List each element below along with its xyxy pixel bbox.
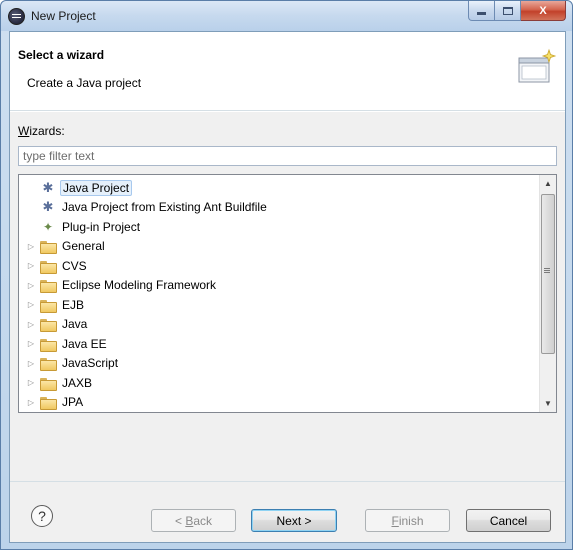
wizards-label: Wizards: <box>18 124 65 138</box>
maximize-icon <box>502 6 513 15</box>
wizard-tree-item-label: JPA <box>62 395 84 410</box>
title-bar[interactable]: New Project X <box>1 1 572 31</box>
wizard-tree-item[interactable]: ▷ JAXB <box>19 373 539 393</box>
wizard-tree-item-label: Java EE <box>62 336 107 351</box>
scroll-up-icon[interactable]: ▲ <box>540 175 556 192</box>
scroll-down-icon[interactable]: ▼ <box>540 395 556 412</box>
window-title: New Project <box>31 9 96 23</box>
tree-vertical-scrollbar[interactable]: ▲ ▼ <box>539 175 556 412</box>
scroll-grip-icon <box>544 268 550 273</box>
back-button-accelerator: B <box>185 513 194 528</box>
wizard-tree-item-label: General <box>62 239 105 254</box>
wizard-tree-item-label: Java Project <box>60 179 133 196</box>
folder-icon <box>40 317 57 333</box>
help-button[interactable]: ? <box>31 505 53 527</box>
wizard-tree-list: ✱ Java Project ✱ Java Project from Existing… <box>19 178 539 412</box>
folder-icon <box>40 298 57 313</box>
wizard-tree-item[interactable]: ▷ Java EE <box>19 334 539 354</box>
dialog-client-area: Select a wizard Create a Java project Wi… <box>9 31 566 543</box>
cancel-button[interactable]: Cancel <box>466 509 551 532</box>
folder-icon <box>40 337 57 352</box>
back-button[interactable]: < Back <box>151 509 236 532</box>
maximize-button[interactable] <box>495 1 521 21</box>
expand-arrow-icon[interactable]: ▷ <box>26 300 36 309</box>
wizard-tree-item-label: Java Project from Existing Ant Buildfile <box>62 200 267 215</box>
expand-arrow-icon[interactable]: ▷ <box>26 378 36 387</box>
wizard-tree-item-label: JAXB <box>62 375 93 390</box>
banner-description: Create a Java project <box>27 76 142 90</box>
wizard-tree-item-label: Plug-in Project <box>62 219 141 234</box>
wizard-tree-item-label: EJB <box>62 297 85 312</box>
folder-icon-shape <box>40 319 57 333</box>
folder-icon <box>40 278 57 294</box>
back-button-label: ack <box>193 513 213 528</box>
window-controls: X <box>468 1 566 21</box>
wizard-tree-item[interactable]: ✱ Java Project from Existing Ant Buildfil… <box>19 198 539 218</box>
folder-icon <box>40 356 57 372</box>
wizard-tree-item-label: CVS <box>62 258 87 273</box>
expand-arrow-icon[interactable]: ▷ <box>26 398 36 407</box>
folder-icon-shape <box>40 397 57 411</box>
new-wizard-banner-icon <box>518 48 557 83</box>
expand-arrow-icon[interactable]: ▷ <box>26 281 36 290</box>
folder-icon <box>40 376 57 391</box>
finish-button[interactable]: Finish <box>365 509 450 532</box>
folder-icon-shape <box>40 299 57 313</box>
folder-icon-shape <box>40 358 57 372</box>
expand-arrow-icon[interactable]: ▷ <box>26 339 36 348</box>
minimize-icon <box>477 12 486 15</box>
wizard-tree-item[interactable]: ✱ Java Project <box>19 178 539 198</box>
java-project-icon: ✱ <box>42 199 54 215</box>
finish-button-accelerator: F <box>391 513 399 528</box>
eclipse-app-icon <box>8 8 25 25</box>
expand-arrow-icon[interactable]: ▷ <box>26 359 36 368</box>
folder-icon <box>40 239 57 255</box>
wizard-tree-item-label: JavaScript <box>62 356 119 371</box>
wizard-tree-item[interactable]: ▷ JPA <box>19 393 539 413</box>
folder-icon <box>40 395 57 411</box>
wizard-tree-item-label: Eclipse Modeling Framework <box>62 278 217 293</box>
wizard-banner: Select a wizard Create a Java project <box>10 32 565 111</box>
folder-icon-shape <box>40 241 57 255</box>
wizard-filter-input[interactable] <box>18 146 557 166</box>
wizards-label-text: izards: <box>29 124 65 138</box>
dialog-button-bar: ? < Back Next > Finish Cancel <box>10 481 565 542</box>
wizard-tree-item[interactable]: ▷ Java <box>19 315 539 335</box>
expand-arrow-icon[interactable]: ▷ <box>26 320 36 329</box>
banner-title: Select a wizard <box>18 48 105 62</box>
wizard-selection-area: Wizards: ✱ Java Project ✱ Java Project from… <box>10 112 565 481</box>
scroll-thumb[interactable] <box>541 194 555 354</box>
folder-icon <box>40 259 57 274</box>
close-button[interactable]: X <box>521 1 566 21</box>
new-project-window: New Project X Select a wizard Create a J… <box>0 0 573 550</box>
minimize-button[interactable] <box>468 1 495 21</box>
wizard-tree-item[interactable]: ▷ General <box>19 237 539 257</box>
wizards-label-accelerator: W <box>18 124 30 138</box>
folder-icon-shape <box>40 338 57 352</box>
close-icon: X <box>539 4 547 17</box>
plugin-project-icon: ✦ <box>42 219 54 234</box>
expand-arrow-icon[interactable]: ▷ <box>26 261 36 270</box>
folder-icon-shape <box>40 260 57 274</box>
wizard-tree-item[interactable]: ▷ CVS <box>19 256 539 276</box>
folder-icon-shape <box>40 280 57 294</box>
finish-button-label: inish <box>398 513 424 528</box>
wizard-tree-item-label: Java <box>62 317 88 332</box>
wizard-tree[interactable]: ✱ Java Project ✱ Java Project from Existing… <box>18 174 557 413</box>
java-project-icon: ✱ <box>42 179 54 195</box>
expand-arrow-icon[interactable]: ▷ <box>26 242 36 251</box>
wizard-tree-item[interactable]: ▷ EJB <box>19 295 539 315</box>
cancel-button-label: Cancel <box>489 513 528 528</box>
wizard-tree-item[interactable]: ▷ Eclipse Modeling Framework <box>19 276 539 296</box>
back-button-prefix: < <box>174 513 186 528</box>
help-icon: ? <box>38 508 46 524</box>
next-button-label: Next > <box>276 513 312 528</box>
wizard-tree-item[interactable]: ✦ Plug-in Project <box>19 217 539 237</box>
folder-icon-shape <box>40 377 57 391</box>
wizard-tree-item[interactable]: ▷ JavaScript <box>19 354 539 374</box>
next-button[interactable]: Next > <box>251 509 337 532</box>
